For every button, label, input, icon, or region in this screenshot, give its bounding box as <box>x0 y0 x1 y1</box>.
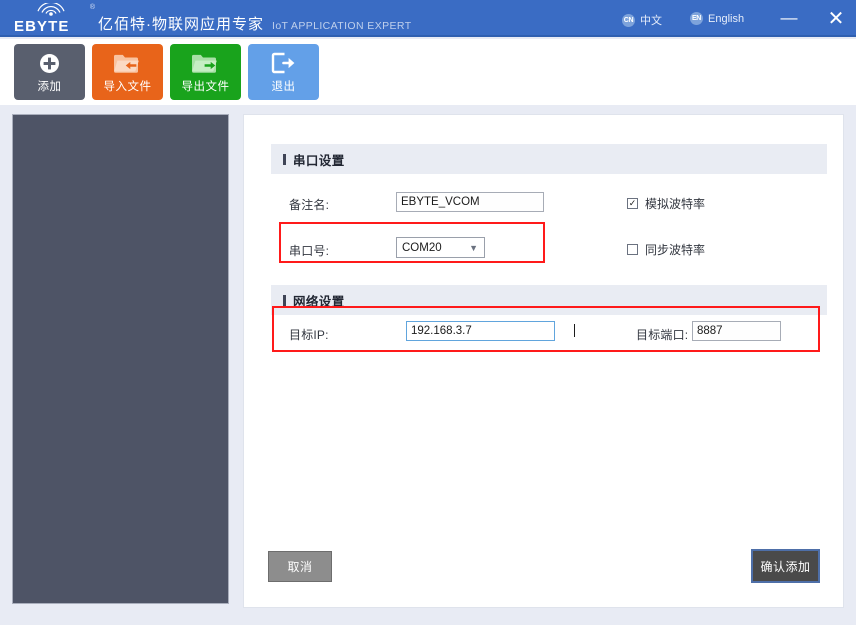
logo-wordmark: EBYTE <box>14 18 70 35</box>
target-port-label: 目标端口: <box>636 326 688 343</box>
simulate-baudrate-label: 模拟波特率 <box>645 195 705 212</box>
target-ip-value: 192.168.3.7 <box>411 325 472 337</box>
serial-port-select[interactable]: COM20 ▼ <box>396 237 485 258</box>
exit-button[interactable]: 退出 <box>248 44 319 100</box>
chevron-down-icon: ▼ <box>469 243 478 253</box>
ebyte-logo-mark: ® EBYTE <box>14 3 88 35</box>
serial-port-label: 串口号: <box>289 242 329 259</box>
add-button-label: 添加 <box>38 78 62 94</box>
checkbox-unchecked-icon <box>627 244 638 255</box>
language-label-chinese: 中文 <box>640 12 662 28</box>
minimize-icon[interactable]: — <box>776 10 802 30</box>
exit-icon <box>271 50 297 76</box>
main-toolbar: 添加 导入文件 导出文件 退 <box>0 39 856 105</box>
settings-content-panel: 串口设置 备注名: EBYTE_VCOM ✓ 模拟波特率 串口号: COM20 … <box>243 114 844 608</box>
serial-port-selected-value: COM20 <box>402 242 442 254</box>
language-label-english: English <box>708 13 744 25</box>
device-list-sidebar[interactable] <box>12 114 229 604</box>
en-badge-icon: EN <box>690 12 703 25</box>
title-bar: ® EBYTE 亿佰特·物联网应用专家 IoT APPLICATION EXPE… <box>0 0 856 37</box>
brand-name-en: IoT APPLICATION EXPERT <box>272 20 412 35</box>
plus-circle-icon <box>39 50 60 76</box>
serial-settings-header: 串口设置 <box>271 144 827 174</box>
import-file-label: 导入文件 <box>104 78 152 94</box>
confirm-add-button[interactable]: 确认添加 <box>751 549 820 583</box>
section-accent-bar <box>283 295 286 306</box>
simulate-baudrate-checkbox[interactable]: ✓ 模拟波特率 <box>627 195 705 212</box>
exit-button-label: 退出 <box>272 78 296 94</box>
cn-badge-icon: CN <box>622 14 635 27</box>
language-button-english[interactable]: EN English <box>690 12 744 25</box>
serial-settings-title: 串口设置 <box>293 150 345 169</box>
language-button-chinese[interactable]: CN 中文 <box>622 12 662 28</box>
section-accent-bar <box>283 154 286 165</box>
cancel-button[interactable]: 取消 <box>268 551 332 582</box>
network-settings-header: 网络设置 <box>271 285 827 315</box>
network-settings-title: 网络设置 <box>293 291 345 310</box>
window-body: 串口设置 备注名: EBYTE_VCOM ✓ 模拟波特率 串口号: COM20 … <box>0 105 856 625</box>
folder-import-icon <box>113 50 143 76</box>
target-ip-label: 目标IP: <box>289 326 329 343</box>
registered-mark: ® <box>90 4 95 11</box>
target-ip-input[interactable]: 192.168.3.7 <box>406 321 555 341</box>
signal-wave-icon <box>30 3 72 18</box>
folder-export-icon <box>191 50 221 76</box>
sync-baudrate-checkbox[interactable]: 同步波特率 <box>627 241 705 258</box>
export-file-label: 导出文件 <box>182 78 230 94</box>
remark-name-input[interactable]: EBYTE_VCOM <box>396 192 544 212</box>
close-icon[interactable]: ✕ <box>823 8 849 32</box>
checkbox-checked-icon: ✓ <box>627 198 638 209</box>
text-cursor <box>574 324 575 337</box>
add-button[interactable]: 添加 <box>14 44 85 100</box>
sync-baudrate-label: 同步波特率 <box>645 241 705 258</box>
export-file-button[interactable]: 导出文件 <box>170 44 241 100</box>
app-logo: ® EBYTE 亿佰特·物联网应用专家 IoT APPLICATION EXPE… <box>14 3 412 35</box>
target-port-input[interactable]: 8887 <box>692 321 781 341</box>
remark-name-label: 备注名: <box>289 196 329 213</box>
brand-name-cn: 亿佰特·物联网应用专家 <box>98 13 264 35</box>
import-file-button[interactable]: 导入文件 <box>92 44 163 100</box>
